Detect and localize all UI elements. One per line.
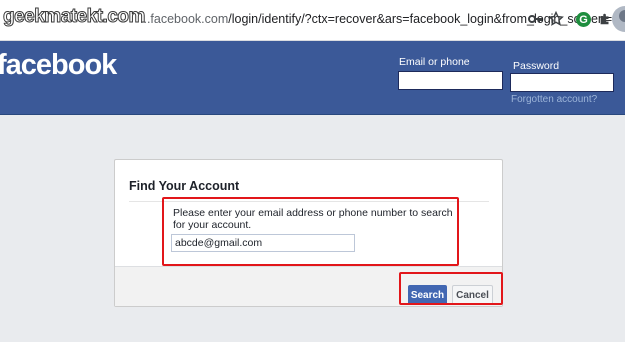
input-highlight-box: [162, 197, 459, 266]
url-domain: ...facebook.com: [140, 12, 229, 26]
forgotten-account-link[interactable]: Forgotten account?: [511, 94, 597, 105]
buttons-highlight-box: [399, 272, 503, 305]
key-icon[interactable]: [526, 10, 544, 28]
password-label: Password: [513, 60, 560, 72]
email-or-phone-label: Email or phone: [399, 56, 470, 68]
page: ...facebook.com/login/identify/?ctx=reco…: [0, 0, 625, 342]
grammarly-icon[interactable]: G: [576, 12, 591, 27]
browser-address-bar: ...facebook.com/login/identify/?ctx=reco…: [0, 0, 625, 41]
login-password-input[interactable]: [510, 73, 614, 92]
card-title: Find Your Account: [129, 179, 240, 193]
star-icon[interactable]: [547, 10, 565, 28]
watermark-logo: geekmatekt.com: [3, 6, 146, 28]
profile-avatar[interactable]: [612, 6, 625, 32]
facebook-logo[interactable]: facebook: [0, 49, 117, 82]
login-email-input[interactable]: [398, 71, 503, 90]
